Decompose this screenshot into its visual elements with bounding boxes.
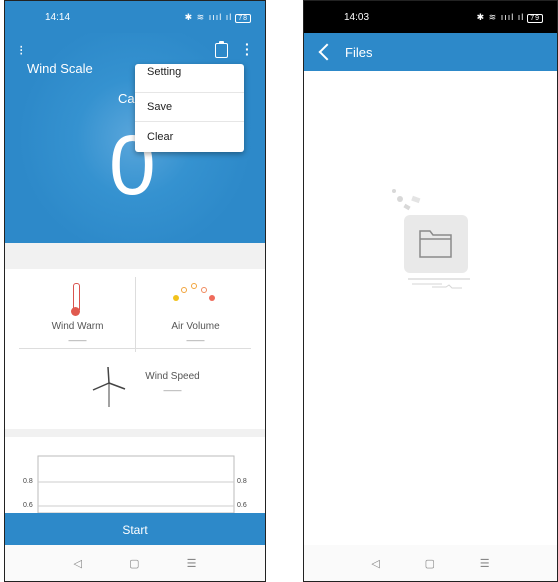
- wind-turbine-icon: [92, 366, 126, 407]
- nav-home-icon[interactable]: ▢: [129, 557, 139, 570]
- status-time: 14:03: [344, 11, 370, 23]
- nav-menu-icon[interactable]: ☰: [480, 557, 490, 570]
- card-divider: [135, 277, 136, 352]
- divider: [5, 243, 265, 269]
- measurement-cards: Wind Warm —— Air Volume —— Wind Speed ——: [5, 269, 265, 429]
- clipboard-icon[interactable]: [215, 41, 228, 58]
- hero-label: Ca: [118, 91, 135, 106]
- back-arrow-icon[interactable]: [318, 43, 336, 61]
- menu-icon[interactable]: ⁝: [19, 43, 23, 57]
- page-title: Files: [345, 44, 373, 60]
- menu-item-clear[interactable]: Clear: [135, 122, 244, 151]
- menu-item-setting[interactable]: Setting: [135, 64, 244, 93]
- y-tick-label: 0.8: [23, 478, 33, 485]
- card-label: Air Volume: [171, 321, 220, 332]
- system-nav-bar: ◁ ▢ ☰: [5, 545, 265, 581]
- card-value: ——: [186, 335, 205, 345]
- system-nav-bar: ◁ ▢ ☰: [304, 545, 557, 581]
- y-tick-label: 0.6: [23, 502, 33, 509]
- battery-icon: 78: [235, 13, 251, 23]
- files-screen: 14:03 ✱ ≋ ıııl ıl 79 Files ◁ ▢ ☰: [303, 0, 558, 582]
- wind-chart: 0.8 0.6 0.8 0.6: [5, 437, 265, 513]
- card-air-volume: Air Volume ——: [143, 321, 248, 345]
- nav-back-icon[interactable]: ◁: [371, 557, 379, 570]
- card-wind-warm: Wind Warm ——: [25, 321, 130, 345]
- files-toolbar: Files: [304, 33, 557, 71]
- card-value: ——: [163, 385, 182, 395]
- overflow-menu: Setting Save Clear: [135, 64, 244, 152]
- y-tick-label: 0.6: [237, 502, 247, 509]
- menu-item-save[interactable]: Save: [135, 93, 244, 122]
- card-wind-speed: Wind Speed ——: [135, 371, 210, 395]
- card-label: Wind Speed: [145, 371, 200, 382]
- nav-back-icon[interactable]: ◁: [74, 557, 82, 570]
- nav-menu-icon[interactable]: ☰: [187, 557, 197, 570]
- app-title: Wind Scale: [27, 61, 93, 76]
- status-time: 14:14: [45, 11, 71, 23]
- battery-icon: 79: [527, 13, 543, 23]
- thermometer-icon: [71, 283, 80, 316]
- divider: [5, 429, 265, 437]
- status-bar: 14:03 ✱ ≋ ıııl ıl 79: [304, 1, 557, 33]
- status-icons: ✱ ≋ ıııl ıl 79: [477, 12, 543, 23]
- status-bar: 14:14 ✱ ≋ ıııl ıl 78: [5, 1, 265, 33]
- status-icons: ✱ ≋ ıııl ıl 78: [185, 12, 251, 23]
- nav-home-icon[interactable]: ▢: [425, 557, 435, 570]
- chart-plot-area: [37, 455, 235, 513]
- wind-scale-screen: 14:14 ✱ ≋ ıııl ıl 78 ⁝ Wind Scale · · · Ca …: [4, 0, 266, 582]
- card-divider: [19, 348, 251, 349]
- start-button[interactable]: Start: [5, 513, 265, 547]
- card-value: ——: [68, 335, 87, 345]
- more-vert-icon[interactable]: · · ·: [245, 37, 250, 61]
- empty-folder-icon: [392, 189, 470, 289]
- air-volume-icon: [169, 283, 219, 305]
- y-tick-label: 0.8: [237, 478, 247, 485]
- card-label: Wind Warm: [51, 321, 104, 332]
